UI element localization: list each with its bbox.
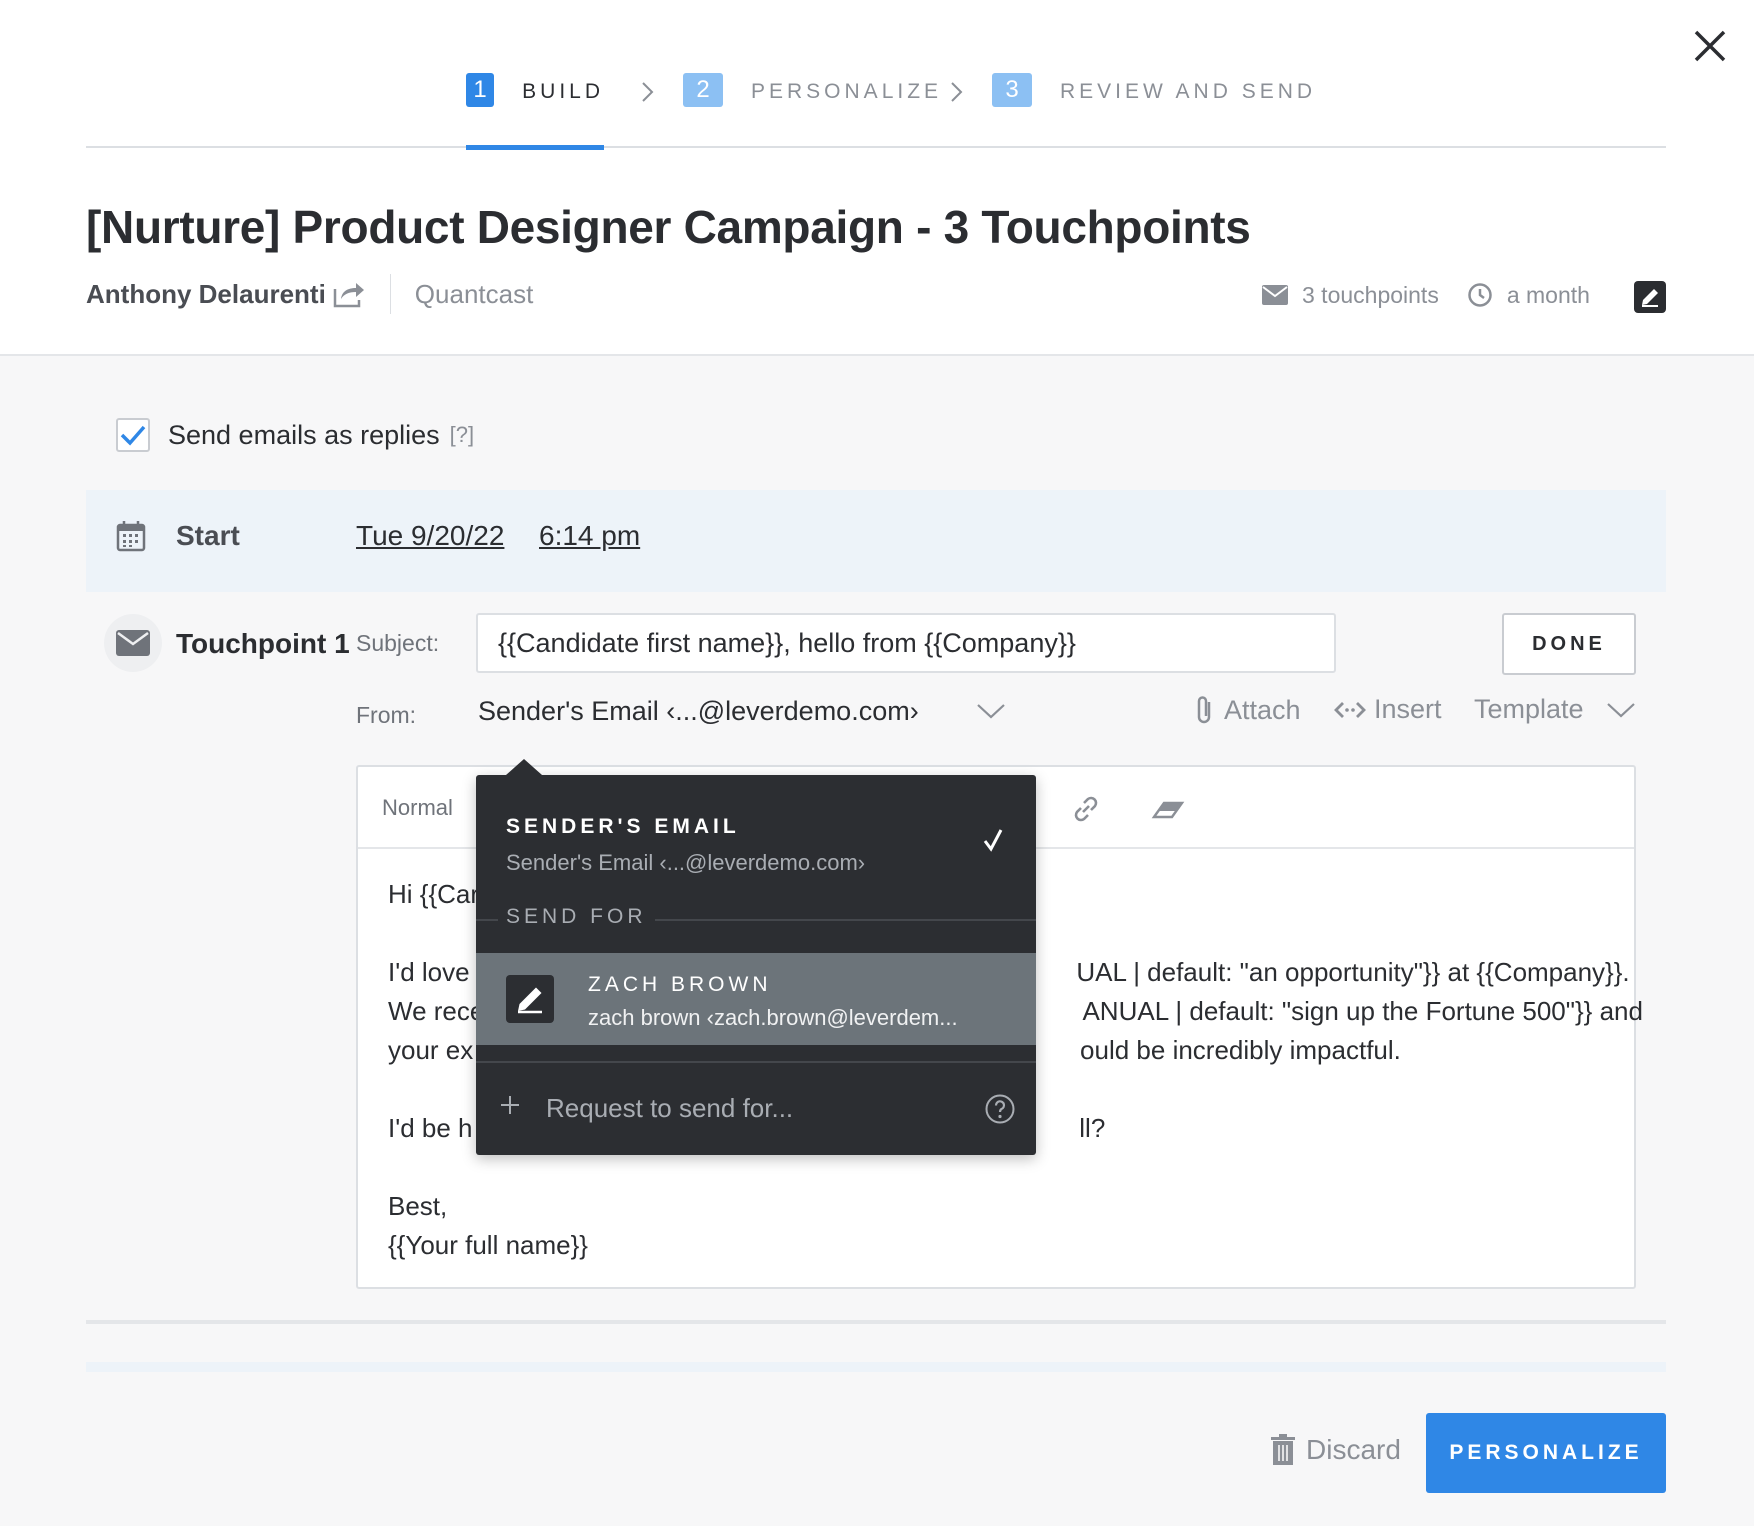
calendar-icon [116, 521, 146, 552]
step-label: REVIEW AND SEND [1060, 80, 1317, 103]
send-for-option-zach-brown[interactable]: ZACH BROWN zach brown ‹zach.brown@leverd… [476, 953, 1036, 1045]
plus-icon [501, 1096, 519, 1114]
trash-icon [1271, 1434, 1295, 1465]
wizard-steps: 1 BUILD 2 PERSONALIZE 3 REVIEW AND SEND [86, 70, 1666, 150]
help-link[interactable]: [?] [450, 422, 474, 448]
attach-label: Attach [1224, 694, 1301, 725]
send-as-replies-option: Send emails as replies [?] [116, 418, 474, 452]
sender-option-title: SENDER'S EMAIL [506, 815, 740, 838]
discard-button[interactable]: Discard [1270, 1434, 1401, 1466]
from-select[interactable]: Sender's Email ‹...@leverdemo.com› [478, 696, 919, 727]
checkmark-icon [983, 829, 1003, 852]
paperclip-icon [1197, 696, 1211, 724]
sender-option-email: Sender's Email ‹...@leverdemo.com› [506, 850, 866, 875]
subject-input[interactable]: {{Candidate first name}}, hello from {{C… [476, 613, 1336, 673]
step-label: PERSONALIZE [751, 80, 943, 103]
edit-campaign-button[interactable] [1634, 281, 1666, 313]
code-brackets-icon [1334, 701, 1366, 718]
clock-icon [1468, 283, 1492, 307]
help-circle-icon[interactable] [984, 1093, 1016, 1125]
from-label: From: [356, 702, 417, 728]
touchpoint-title: Touchpoint 1 [176, 628, 350, 659]
share-icon[interactable] [332, 279, 366, 309]
template-dropdown[interactable]: Template [1474, 694, 1636, 725]
personalize-button[interactable]: PERSONALIZE [1426, 1413, 1666, 1493]
done-button[interactable]: DONE [1502, 613, 1636, 675]
step-build[interactable]: 1 BUILD [466, 73, 604, 150]
campaign-owner: Anthony Delaurenti [86, 278, 326, 309]
body-line: {{Your full name}} [388, 1230, 588, 1260]
discard-label: Discard [1306, 1434, 1401, 1465]
subject-label: Subject: [356, 630, 440, 656]
step-number: 2 [683, 73, 723, 107]
campaign-owner-row: Anthony Delaurenti Quantcast [86, 274, 533, 314]
send-for-section-label: SEND FOR [498, 905, 655, 929]
start-time-link[interactable]: 6:14 pm [539, 520, 640, 552]
start-label: Start [176, 520, 240, 551]
request-to-send-for-link[interactable]: Request to send for... [546, 1093, 793, 1124]
step-label: BUILD [522, 80, 604, 103]
touchpoint-icon-badge [104, 614, 162, 672]
touchpoints-count: 3 touchpoints [1302, 281, 1439, 308]
divider [389, 274, 391, 314]
step-personalize[interactable]: 2 PERSONALIZE [683, 73, 942, 148]
send-for-email: zach brown ‹zach.brown@leverdem... [588, 1005, 958, 1030]
next-touchpoint-band [86, 1362, 1666, 1372]
chevron-right-icon [642, 82, 654, 102]
step-number: 1 [466, 73, 495, 107]
pencil-icon [1642, 289, 1658, 307]
send-for-name: ZACH BROWN [588, 973, 772, 996]
text-style-select[interactable]: Normal [382, 795, 453, 821]
avatar [506, 975, 554, 1023]
template-label: Template [1474, 694, 1584, 724]
pencil-icon [518, 987, 542, 1014]
send-as-replies-checkbox[interactable] [116, 418, 150, 452]
campaign-title: [Nurture] Product Designer Campaign - 3 … [86, 201, 1251, 253]
start-row: Start Tue 9/20/22 6:14 pm [86, 490, 1666, 592]
campaign-company: Quantcast [414, 278, 534, 309]
campaign-stats: 3 touchpoints a month [1262, 278, 1590, 312]
send-as-replies-label: Send emails as replies [168, 419, 440, 450]
campaign-duration: a month [1506, 281, 1590, 308]
divider [476, 1061, 1036, 1063]
checkmark-icon [120, 425, 146, 446]
start-date-link[interactable]: Tue 9/20/22 [356, 520, 504, 552]
chevron-down-icon[interactable] [976, 702, 1006, 720]
insert-label: Insert [1374, 694, 1442, 724]
envelope-icon [1262, 285, 1288, 305]
step-number: 3 [992, 73, 1032, 107]
attach-button[interactable]: Attach [1192, 694, 1301, 726]
body-line: Best, [388, 1191, 448, 1221]
insert-button[interactable]: Insert [1334, 694, 1442, 725]
close-button[interactable] [1690, 26, 1730, 66]
link-icon[interactable] [1068, 791, 1104, 827]
eraser-icon[interactable] [1150, 791, 1186, 827]
envelope-icon [116, 630, 150, 656]
divider [86, 1320, 1666, 1324]
chevron-down-icon [1606, 702, 1635, 717]
close-icon [1694, 30, 1726, 62]
step-review-and-send[interactable]: 3 REVIEW AND SEND [992, 73, 1316, 148]
sender-dropdown-menu: SENDER'S EMAIL Sender's Email ‹...@lever… [476, 759, 1036, 1155]
chevron-right-icon [951, 82, 963, 102]
